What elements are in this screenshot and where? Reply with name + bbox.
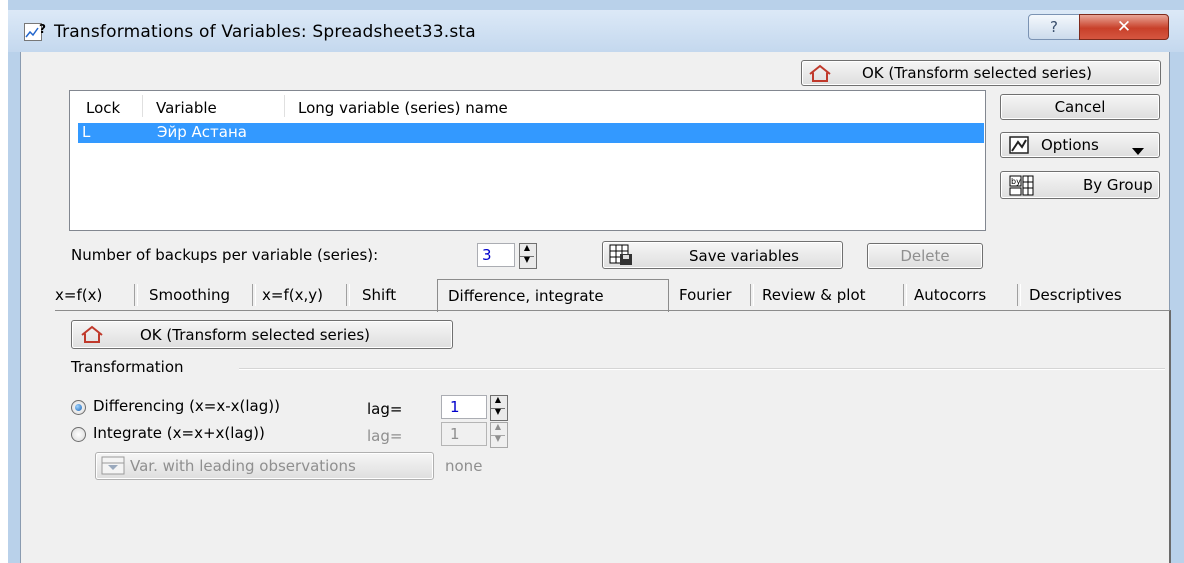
tab-review-plot[interactable]: Review & plot <box>762 281 866 310</box>
house-arrow-icon <box>80 325 104 348</box>
close-button[interactable]: ✕ <box>1079 14 1169 40</box>
differencing-lag-spinner[interactable]: ▲ ▼ <box>490 395 508 421</box>
list-row-selected[interactable]: L Эйр Астана <box>78 123 984 143</box>
column-divider <box>284 95 285 117</box>
tab-descriptives[interactable]: Descriptives <box>1029 281 1122 310</box>
integrate-radio[interactable] <box>71 427 86 442</box>
row-lock-cell: L <box>82 123 91 141</box>
tab-fourier[interactable]: Fourier <box>679 281 732 310</box>
tab-difference-integrate: Difference, integrate <box>448 287 604 305</box>
leading-observations-label: Var. with leading observations <box>130 457 356 475</box>
backups-spinner[interactable]: ▲ ▼ <box>519 243 537 269</box>
column-header-lock[interactable]: Lock <box>86 99 120 117</box>
cancel-button[interactable]: Cancel <box>1000 94 1160 120</box>
save-variables-button[interactable]: Save variables <box>602 241 843 269</box>
ok-transform-panel-button[interactable]: OK (Transform selected series) <box>71 320 453 349</box>
delete-label: Delete <box>900 247 950 265</box>
tab-separator <box>903 284 907 306</box>
close-icon: ✕ <box>1116 17 1132 37</box>
help-button[interactable]: ? <box>1028 14 1080 40</box>
spin-down-icon[interactable]: ▼ <box>491 408 505 420</box>
leading-observations-value: none <box>445 457 483 475</box>
question-mark-icon: ? <box>1050 18 1058 36</box>
tab-separator <box>1017 284 1021 306</box>
options-button[interactable]: Options <box>1000 132 1160 158</box>
integrate-lag-label: lag= <box>367 427 403 445</box>
transformation-group-label: Transformation <box>71 358 184 376</box>
house-arrow-icon <box>808 64 832 87</box>
column-header-variable[interactable]: Variable <box>156 99 217 117</box>
chart-transform-icon: ? <box>24 22 46 43</box>
differencing-radio[interactable] <box>71 400 86 415</box>
variable-list[interactable]: Lock Variable Long variable (series) nam… <box>69 90 986 231</box>
window-title: Transformations of Variables: Spreadshee… <box>54 22 476 42</box>
tab-strip: x=f(x) Smoothing x=f(x,y) Shift Differen… <box>55 279 1171 312</box>
leading-observations-button[interactable]: Var. with leading observations <box>95 452 434 480</box>
tab-x-fxy[interactable]: x=f(x,y) <box>262 281 323 310</box>
delete-button[interactable]: Delete <box>867 243 983 269</box>
tab-panel: OK (Transform selected series) Transform… <box>55 310 1171 563</box>
by-group-button[interactable]: by By Group <box>1000 171 1160 199</box>
title-bar[interactable]: ? Transformations of Variables: Spreadsh… <box>8 10 1184 52</box>
integrate-lag-spinner[interactable]: ▲ ▼ <box>490 422 508 448</box>
radio-selected-icon <box>75 404 82 411</box>
differencing-label[interactable]: Differencing (x=x-x(lag)) <box>93 397 280 415</box>
group-divider <box>239 368 1165 370</box>
tab-separator <box>346 284 350 306</box>
dialog-body: OK (Transform selected series) Cancel Op… <box>20 52 1171 563</box>
differencing-lag-input[interactable]: 1 <box>441 395 487 419</box>
ok-transform-panel-label: OK (Transform selected series) <box>140 326 371 344</box>
cancel-label: Cancel <box>1054 98 1106 116</box>
backups-input[interactable]: 3 <box>477 243 515 267</box>
dialog-window: ? Transformations of Variables: Spreadsh… <box>8 0 1184 563</box>
by-group-icon: by <box>1009 175 1035 201</box>
row-variable-cell: Эйр Астана <box>157 123 247 141</box>
spreadsheet-save-icon <box>609 244 633 270</box>
integrate-lag-input[interactable]: 1 <box>441 422 487 446</box>
variable-select-icon <box>101 456 127 480</box>
tab-difference-integrate-active[interactable]: Difference, integrate <box>437 279 669 312</box>
tab-separator <box>750 284 754 306</box>
tab-autocorrs[interactable]: Autocorrs <box>914 281 986 310</box>
integrate-label[interactable]: Integrate (x=x+x(lag)) <box>93 424 265 442</box>
save-variables-label: Save variables <box>689 247 799 265</box>
tab-smoothing[interactable]: Smoothing <box>149 281 230 310</box>
spin-down-icon[interactable]: ▼ <box>491 435 505 447</box>
backups-label: Number of backups per variable (series): <box>71 246 379 264</box>
options-label: Options <box>1041 136 1099 154</box>
ok-transform-top-button[interactable]: OK (Transform selected series) <box>801 60 1161 86</box>
svg-text:by: by <box>1011 177 1021 186</box>
column-divider <box>142 95 143 117</box>
column-header-long-name[interactable]: Long variable (series) name <box>298 99 508 117</box>
tab-shift[interactable]: Shift <box>362 281 396 310</box>
ok-transform-top-label: OK (Transform selected series) <box>862 64 1093 82</box>
tab-x-fx[interactable]: x=f(x) <box>55 281 102 310</box>
dropdown-arrow-icon <box>1132 142 1144 160</box>
differencing-lag-label: lag= <box>367 400 403 418</box>
by-group-label: By Group <box>1083 176 1153 194</box>
spin-down-icon[interactable]: ▼ <box>520 256 534 268</box>
svg-text:?: ? <box>39 23 46 36</box>
options-icon <box>1009 136 1031 159</box>
tab-separator <box>134 284 138 306</box>
tab-separator <box>252 284 256 306</box>
